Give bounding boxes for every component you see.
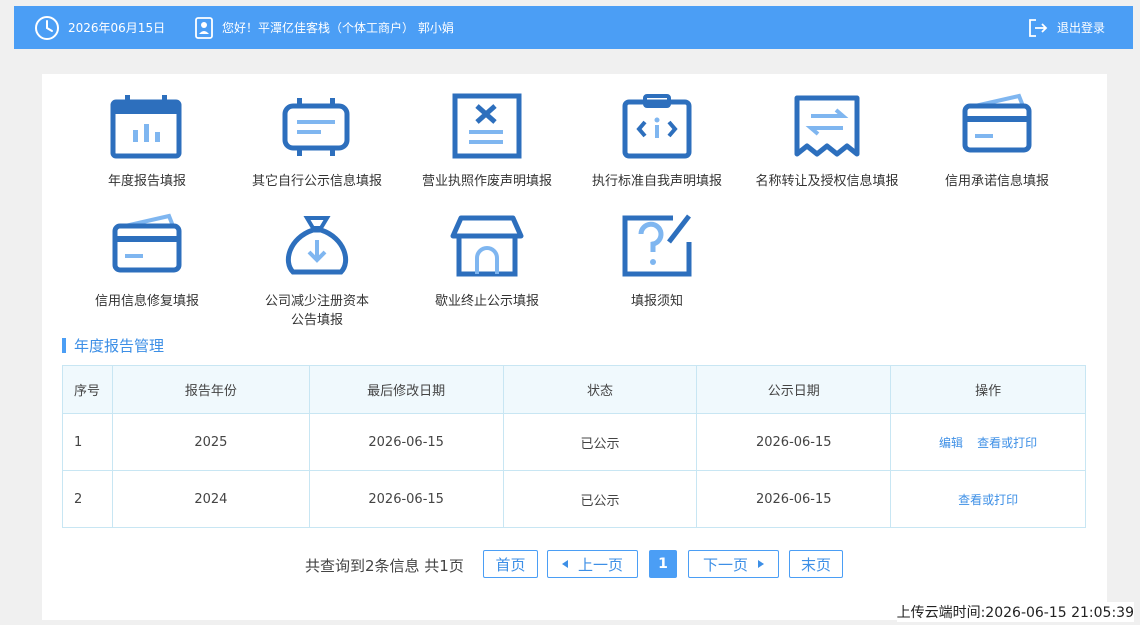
question-note-icon [622,214,692,277]
tile-label: 歇业终止公示填报 [434,294,539,309]
tile-credit-repair[interactable]: 信用信息修复填报 [62,212,232,322]
tile-label: 名称转让及授权信息填报 [755,174,899,189]
current-page-button[interactable]: 1 [649,550,677,578]
cell-status: 已公示 [502,413,698,471]
tile-other-disclosure[interactable]: 其它自行公示信息填报 [232,92,402,202]
tile-credit-commitment[interactable]: 信用承诺信息填报 [912,92,1082,202]
edit-link[interactable]: 编辑 [939,436,963,450]
table-row: 2 2024 2026-06-15 已公示 2026-06-15 查看或打印 [62,470,1086,528]
col-header-index: 序号 [62,365,113,414]
greeting-text: 您好！平潭亿佳客栈（个体工商户） 郭小娟 [222,21,454,35]
view-print-link[interactable]: 查看或打印 [958,493,1018,507]
cell-index: 2 [62,470,113,528]
closed-store-icon [450,215,524,277]
date-text: 2026年06月15日 [68,21,166,35]
table-header-row: 序号 报告年份 最后修改日期 状态 公示日期 操作 [62,365,1086,414]
cell-year: 2024 [111,470,310,528]
section-heading: 年度报告管理 [62,335,164,355]
section-title: 年度报告管理 [74,336,165,355]
tile-capital-reduction[interactable]: 公司减少注册资本 公告填报 [232,212,402,328]
user-card-icon [195,16,213,39]
table-row: 1 2025 2026-06-15 已公示 2026-06-15 编辑 查看或打… [62,413,1086,471]
tile-license-void[interactable]: 营业执照作废声明填报 [402,92,572,202]
logout-icon [1029,18,1048,37]
upload-timestamp: 上传云端时间:2026-06-15 21:05:39 [896,602,1134,622]
cell-index: 1 [62,413,113,471]
col-header-status: 状态 [502,365,698,414]
tile-label: 填报须知 [630,294,683,309]
message-board-icon [282,98,350,156]
cell-modified: 2026-06-15 [308,413,504,471]
prev-page-label: 上一页 [577,555,623,574]
pagination-info: 共查询到2条信息 共1页 [305,557,464,575]
next-page-label: 下一页 [702,555,748,574]
cell-year: 2025 [111,413,310,471]
user-greeting: 您好！平潭亿佳客栈（个体工商户） 郭小娟 [194,6,454,49]
tile-label: 公司减少注册资本 公告填报 [232,292,402,330]
tile-closure-notice[interactable]: 歇业终止公示填报 [402,212,572,322]
credit-card-icon [112,213,182,273]
first-page-button[interactable]: 首页 [483,550,538,578]
tile-name-transfer[interactable]: 名称转让及授权信息填报 [742,92,912,202]
chevron-right-icon [758,560,764,568]
transfer-document-icon [794,95,860,157]
tile-label-line1: 公司减少注册资本 [264,294,369,309]
tile-label: 营业执照作废声明填报 [421,174,552,189]
first-page-label: 首页 [495,555,526,574]
logout-button[interactable]: 退出登录 [1027,6,1105,49]
chevron-left-icon [561,560,568,568]
prev-page-button[interactable]: 上一页 [547,550,638,578]
tile-label-line2: 公告填报 [290,313,343,328]
date-display: 2026年06月15日 [34,6,165,49]
clock-icon [35,15,59,40]
tile-annual-report[interactable]: 年度报告填报 [62,92,232,202]
money-bag-icon [285,216,349,275]
calendar-chart-icon [110,95,182,159]
cell-status: 已公示 [502,470,698,528]
col-header-published: 公示日期 [696,365,892,414]
tile-standard-statement[interactable]: 执行标准自我声明填报 [572,92,742,202]
last-page-button[interactable]: 末页 [789,550,843,578]
section-accent-bar [62,337,66,353]
col-header-actions: 操作 [890,365,1086,414]
col-header-modified: 最后修改日期 [308,365,504,414]
last-page-label: 末页 [800,555,831,574]
pagination: 共查询到2条信息 共1页 首页 上一页 1 下一页 末页 [0,550,1140,578]
view-print-link[interactable]: 查看或打印 [977,436,1037,450]
cell-actions: 查看或打印 [890,470,1086,528]
logout-label: 退出登录 [1056,21,1105,35]
tile-label: 信用信息修复填报 [94,294,199,309]
cell-modified: 2026-06-15 [308,470,504,528]
credit-card-icon [962,93,1032,153]
cell-published: 2026-06-15 [696,413,892,471]
tile-label: 执行标准自我声明填报 [591,174,722,189]
tile-filing-guide[interactable]: 填报须知 [572,212,742,322]
tile-label: 信用承诺信息填报 [944,174,1049,189]
clipboard-code-icon [622,94,692,159]
tile-label: 其它自行公示信息填报 [251,174,382,189]
top-bar: 2026年06月15日 您好！平潭亿佳客栈（个体工商户） 郭小娟 退出登录 [14,6,1133,49]
license-void-icon [452,93,522,159]
next-page-button[interactable]: 下一页 [688,550,779,578]
col-header-year: 报告年份 [111,365,310,414]
cell-published: 2026-06-15 [696,470,892,528]
cell-actions: 编辑 查看或打印 [890,413,1086,471]
annual-report-table: 序号 报告年份 最后修改日期 状态 公示日期 操作 1 2025 2026-06… [62,365,1086,528]
tile-label: 年度报告填报 [107,174,186,189]
